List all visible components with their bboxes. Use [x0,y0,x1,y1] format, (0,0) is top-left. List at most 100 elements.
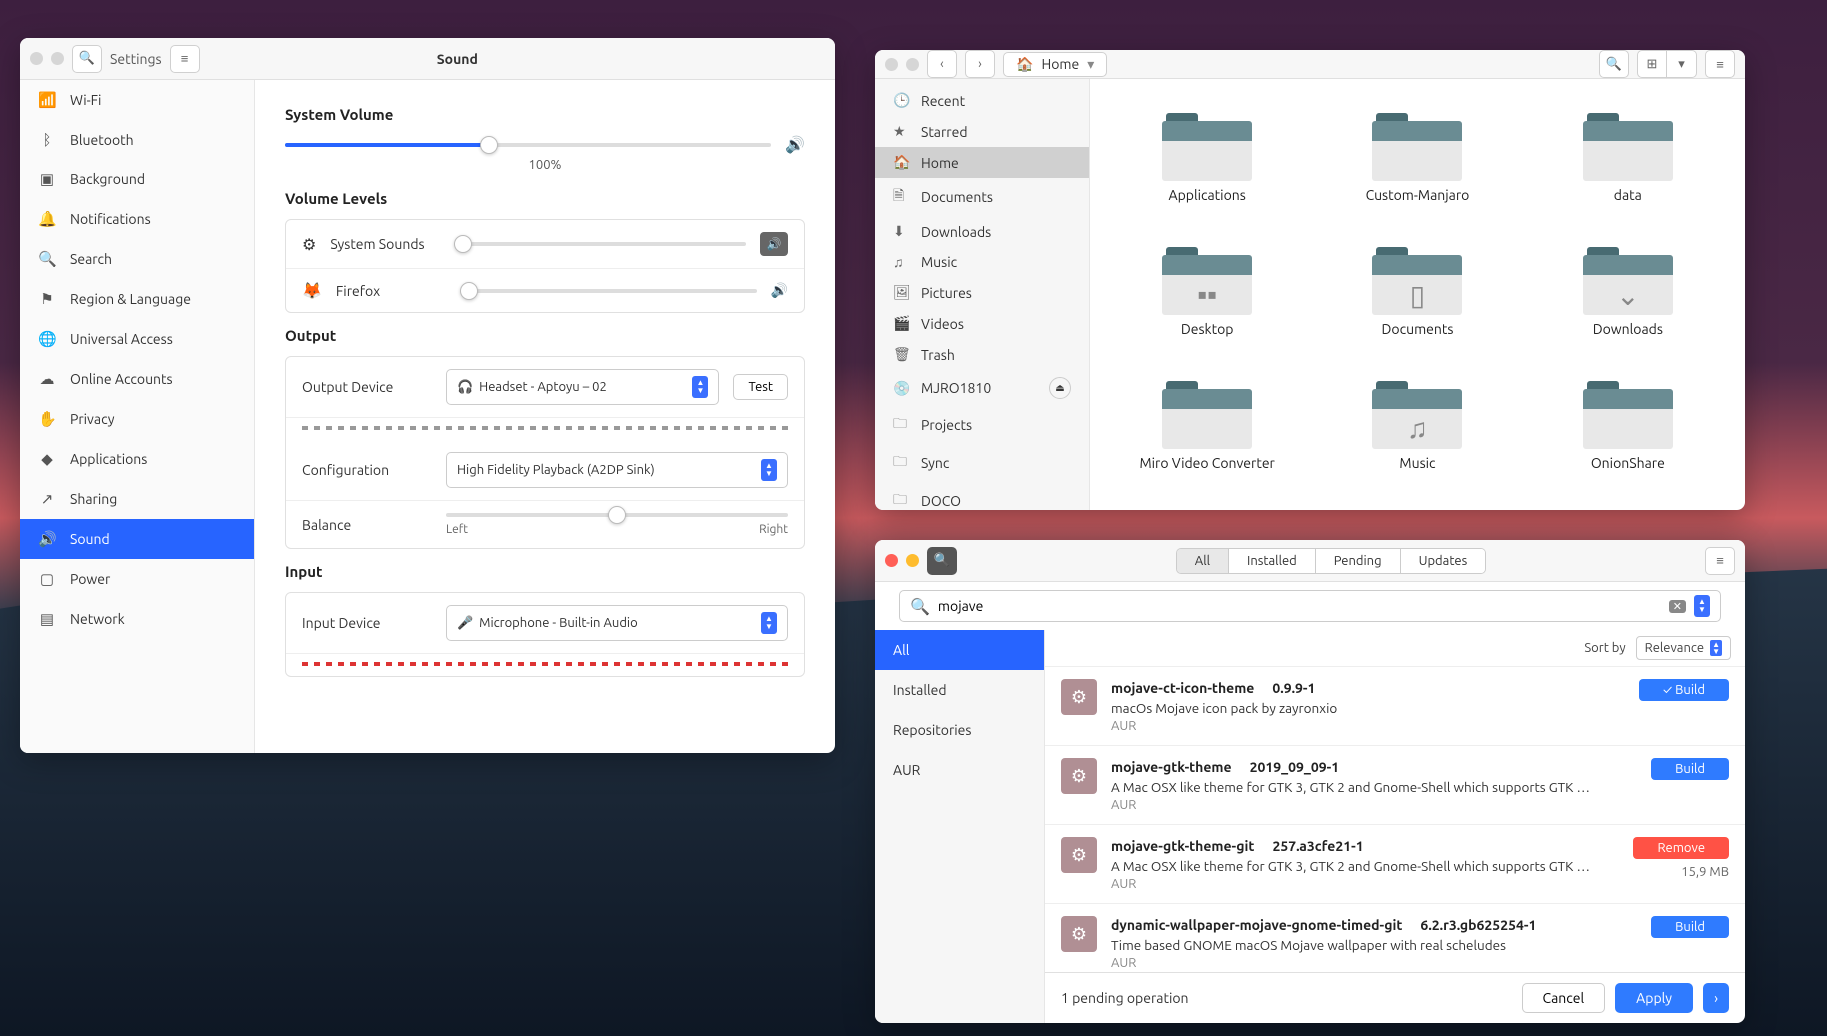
details-button[interactable]: › [1703,983,1729,1013]
back-button[interactable]: ‹ [927,50,957,78]
filter-installed[interactable]: Installed [875,670,1044,710]
spinner-icon[interactable]: ▲▼ [1694,595,1710,617]
package-row[interactable]: ⚙ mojave-gtk-theme-git257.a3cfe21-1 A Ma… [1045,825,1745,904]
window-min-light[interactable] [906,58,919,71]
sidebar-item-bluetooth[interactable]: ᛒBluetooth [20,120,254,159]
places-item-trash[interactable]: 🗑Trash [875,339,1089,370]
sidebar-item-online-accounts[interactable]: ☁Online Accounts [20,359,254,399]
hamburger-icon[interactable]: ≡ [170,45,200,73]
folder-music[interactable]: ♫Music [1314,361,1520,491]
sidebar-item-power[interactable]: ▢Power [20,559,254,599]
sidebar-item-universal-access[interactable]: 🌐Universal Access [20,319,254,359]
tab-installed[interactable]: Installed [1229,549,1316,573]
package-source: AUR [1111,719,1625,733]
cancel-button[interactable]: Cancel [1522,983,1606,1013]
package-row[interactable]: ⚙ mojave-gtk-theme2019_09_09-1 A Mac OSX… [1045,746,1745,825]
breadcrumb-label: Home [1041,56,1079,72]
folder-data[interactable]: data [1525,93,1731,223]
places-item-pictures[interactable]: 🖼Pictures [875,277,1089,308]
folder-miro-video-converter[interactable]: Miro Video Converter [1104,361,1310,491]
configuration-value: High Fidelity Playback (A2DP Sink) [457,463,655,477]
places-item-recent[interactable]: 🕒Recent [875,85,1089,116]
sidebar-item-search[interactable]: 🔍Search [20,239,254,279]
hamburger-icon[interactable]: ≡ [1705,547,1735,575]
window-close-light[interactable] [885,554,898,567]
hamburger-icon[interactable]: ≡ [1705,50,1735,78]
folder-applications[interactable]: Applications [1104,93,1310,223]
sort-select[interactable]: Relevance ▲▼ [1636,636,1731,660]
tab-all[interactable]: All [1177,549,1229,573]
package-action-button[interactable]: Build [1651,758,1729,780]
package-version: 6.2.r3.gb625254-1 [1420,917,1536,933]
filter-aur[interactable]: AUR [875,750,1044,790]
sidebar-item-background[interactable]: ▣Background [20,159,254,199]
speaker-icon[interactable]: 🔊 [760,232,788,256]
input-device-select[interactable]: 🎤 Microphone - Built-in Audio ▲▼ [446,605,788,641]
sidebar-item-sound[interactable]: 🔊Sound [20,519,254,559]
package-version: 257.a3cfe21-1 [1272,838,1363,854]
places-item-music[interactable]: ♫Music [875,247,1089,277]
breadcrumb[interactable]: 🏠 Home ▾ [1003,52,1107,77]
places-item-doco[interactable]: 🗀DOCO [875,482,1089,510]
place-label: Projects [921,417,972,433]
search-icon[interactable]: 🔍 [72,45,102,73]
apply-button[interactable]: Apply [1615,983,1693,1013]
sidebar-item-network[interactable]: ▤Network [20,599,254,639]
spinner-icon[interactable]: ▲▼ [692,376,708,398]
places-item-documents[interactable]: 🗎Documents [875,178,1089,216]
configuration-select[interactable]: High Fidelity Playback (A2DP Sink) ▲▼ [446,452,788,488]
folder-desktop[interactable]: ▪▪Desktop [1104,227,1310,357]
output-card: Output Device 🎧 Headset - Aptoyu – 02 ▲▼… [285,356,805,549]
sidebar-item-region-language[interactable]: ⚑Region & Language [20,279,254,319]
spinner-icon[interactable]: ▲▼ [761,612,777,634]
window-min-light[interactable] [906,554,919,567]
window-close-light[interactable] [30,52,43,65]
places-item-home[interactable]: 🏠Home [875,147,1089,178]
search-icon[interactable]: 🔍 [927,547,957,575]
clear-icon[interactable]: ✕ [1669,600,1686,613]
package-action-button[interactable]: Build [1651,916,1729,938]
places-item-mjro1810[interactable]: 💿MJRO1810⏏ [875,370,1089,406]
spinner-icon: ▲▼ [1710,640,1722,656]
places-item-videos[interactable]: 🎬Videos [875,308,1089,339]
balance-slider[interactable] [446,513,788,517]
sidebar-item-wi-fi[interactable]: 📶Wi-Fi [20,80,254,120]
search-icon[interactable]: 🔍 [1599,50,1629,78]
view-dropdown-button[interactable]: ▾ [1667,50,1697,78]
places-item-starred[interactable]: ★Starred [875,116,1089,147]
sidebar-item-applications[interactable]: ◆Applications [20,439,254,479]
package-action-button[interactable]: Remove [1633,837,1729,859]
folder-custom-manjaro[interactable]: Custom-Manjaro [1314,93,1520,223]
folder-documents[interactable]: ▯Documents [1314,227,1520,357]
speaker-icon[interactable]: 🔊 [771,282,788,299]
places-item-downloads[interactable]: ⬇Downloads [875,216,1089,247]
balance-left: Left [446,523,468,536]
places-item-projects[interactable]: 🗀Projects [875,406,1089,444]
app-volume-slider[interactable] [454,242,746,246]
filter-repositories[interactable]: Repositories [875,710,1044,750]
pkg-result-list: ⚙ mojave-ct-icon-theme0.9.9-1 macOs Moja… [1045,667,1745,972]
search-input[interactable] [938,598,1661,614]
package-action-button[interactable]: ✓ Build [1639,679,1729,701]
app-volume-slider[interactable] [460,289,757,293]
tab-pending[interactable]: Pending [1316,549,1401,573]
system-volume-slider[interactable] [285,143,771,147]
package-row[interactable]: ⚙ mojave-ct-icon-theme0.9.9-1 macOs Moja… [1045,667,1745,746]
sidebar-item-sharing[interactable]: ↗Sharing [20,479,254,519]
forward-button[interactable]: › [965,50,995,78]
output-device-select[interactable]: 🎧 Headset - Aptoyu – 02 ▲▼ [446,369,719,405]
folder-downloads[interactable]: ⌄Downloads [1525,227,1731,357]
window-min-light[interactable] [51,52,64,65]
view-grid-button[interactable]: ⊞ [1637,50,1667,78]
tab-updates[interactable]: Updates [1401,549,1486,573]
sidebar-item-notifications[interactable]: 🔔Notifications [20,199,254,239]
filter-all[interactable]: All [875,630,1044,670]
test-button[interactable]: Test [733,374,788,400]
window-close-light[interactable] [885,58,898,71]
places-item-sync[interactable]: 🗀Sync [875,444,1089,482]
folder-onionshare[interactable]: OnionShare [1525,361,1731,491]
package-row[interactable]: ⚙ dynamic-wallpaper-mojave-gnome-timed-g… [1045,904,1745,972]
eject-icon[interactable]: ⏏ [1049,377,1071,399]
spinner-icon[interactable]: ▲▼ [761,459,777,481]
sidebar-item-privacy[interactable]: ✋Privacy [20,399,254,439]
